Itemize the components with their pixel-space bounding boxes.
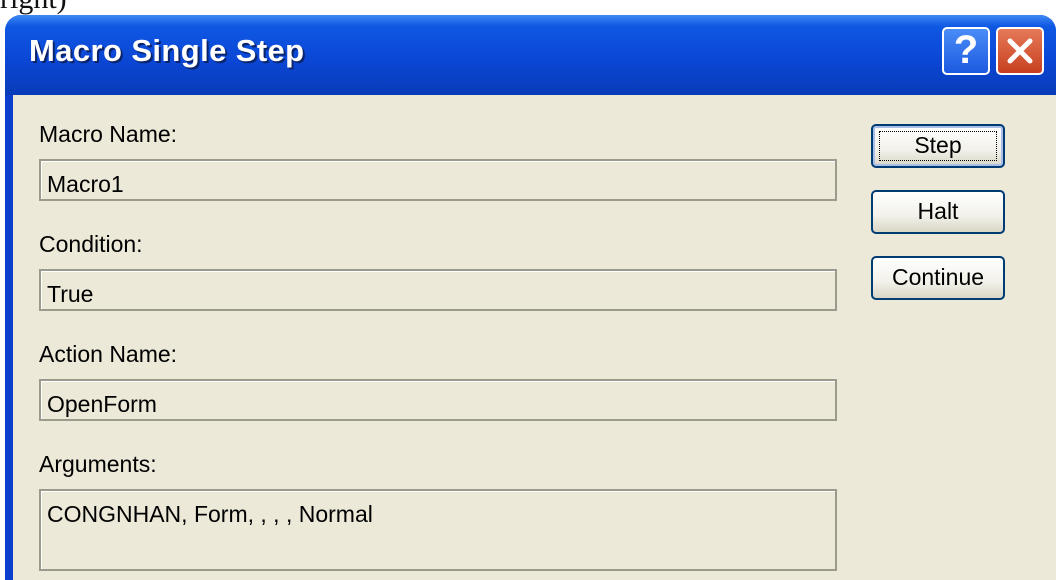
dialog-body: Macro Name: Macro1 Condition: True Actio…: [13, 95, 1056, 580]
title-bar[interactable]: Macro Single Step ?: [5, 15, 1056, 95]
close-icon: [1007, 38, 1033, 64]
step-button[interactable]: Step: [871, 124, 1005, 168]
action-name-field: OpenForm: [39, 379, 837, 421]
action-name-label: Action Name:: [39, 341, 178, 367]
arguments-label: Arguments:: [39, 451, 157, 477]
arguments-field: CONGNHAN, Form, , , , Normal: [39, 489, 837, 571]
condition-label: Condition:: [39, 231, 143, 257]
close-button[interactable]: [996, 27, 1044, 75]
dialog-title: Macro Single Step: [29, 33, 305, 68]
condition-field: True: [39, 269, 837, 311]
macro-single-step-dialog: Macro Single Step ? Macro Name: Macro1 C…: [5, 15, 1056, 580]
halt-button[interactable]: Halt: [871, 190, 1005, 234]
step-button-label: Step: [914, 132, 962, 158]
background-page-text: right): [0, 0, 67, 16]
help-button[interactable]: ?: [942, 27, 990, 75]
halt-button-label: Halt: [917, 198, 959, 224]
continue-button[interactable]: Continue: [871, 256, 1005, 300]
help-icon: ?: [953, 28, 979, 72]
macro-name-label: Macro Name:: [39, 121, 178, 147]
macro-name-field: Macro1: [39, 159, 837, 201]
continue-button-label: Continue: [891, 264, 985, 290]
